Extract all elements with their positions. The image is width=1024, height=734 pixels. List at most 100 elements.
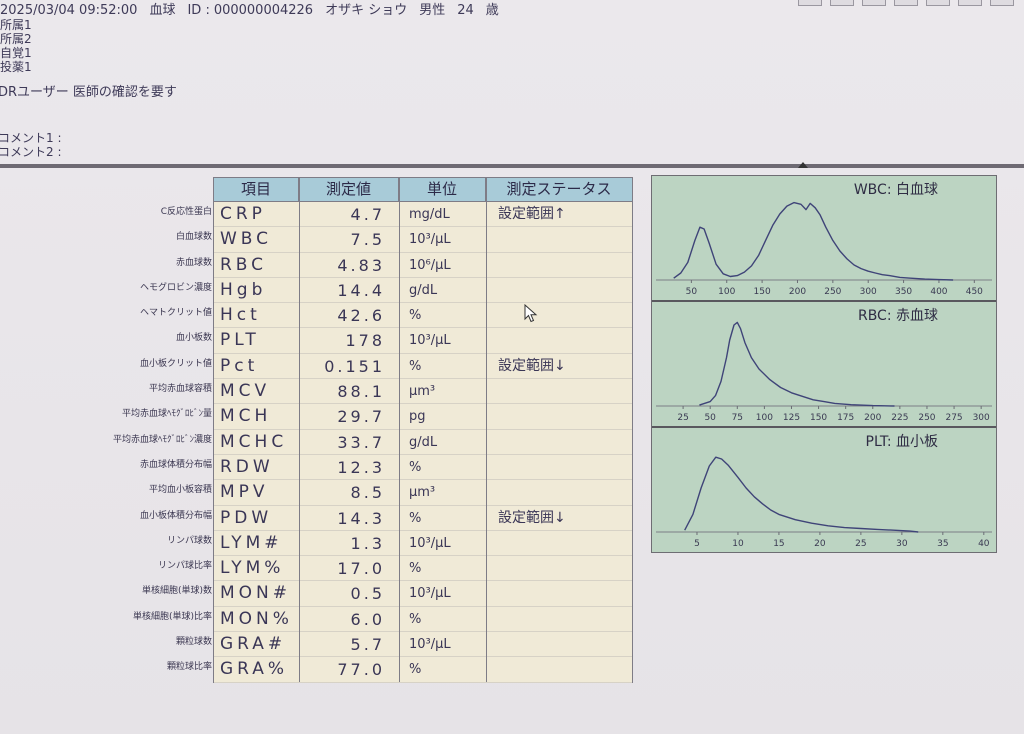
item-code: CRP bbox=[220, 204, 266, 224]
patient-age: 24 bbox=[457, 3, 474, 18]
table-row[interactable]: GRA# 5.7 10³/μL bbox=[214, 632, 632, 658]
table-row[interactable]: Pct 0.151% 設定範囲↓ bbox=[214, 354, 632, 380]
unit: μm³ bbox=[409, 485, 436, 501]
item-code: Hgb bbox=[220, 279, 267, 300]
medication-1: 投薬1 bbox=[0, 60, 32, 74]
measured-value: 4.7 bbox=[350, 205, 385, 224]
row-label: 血小板体積分布幅 bbox=[139, 510, 212, 521]
table-row[interactable]: MPV 8.5 μm³ bbox=[214, 480, 632, 506]
tick-label: 125 bbox=[783, 413, 800, 423]
unit: 10⁶/μL bbox=[409, 257, 451, 273]
measured-value: 14.4 bbox=[337, 280, 385, 300]
edge-button[interactable] bbox=[990, 0, 1014, 6]
item-code: WBC bbox=[220, 229, 273, 250]
table-row[interactable]: GRA% 77.0% bbox=[214, 657, 632, 683]
row-label: リンパ球比率 bbox=[157, 561, 212, 572]
edge-button[interactable] bbox=[798, 0, 822, 6]
status bbox=[486, 455, 632, 479]
tick-label: 350 bbox=[895, 287, 912, 297]
tick-label: 100 bbox=[718, 287, 735, 297]
header-summary: 2025/03/04 09:52:00 血球 ID :000000004226 オザキ… bbox=[0, 4, 511, 18]
histogram-panel: 50 100 150 200 250 300 350 400 450 25 50 75 100 125 15… bbox=[651, 175, 997, 553]
table-row[interactable]: MON# 0.5 10³/μL bbox=[214, 581, 632, 607]
unit: mg/dL bbox=[409, 207, 450, 222]
unit: % bbox=[409, 561, 422, 577]
table-row[interactable]: LYM# 1.3 10³/μL bbox=[214, 531, 632, 557]
table-header: 項目 測定値 単位 測定ステータス bbox=[214, 178, 632, 202]
table-row[interactable]: RDW 12.3% bbox=[214, 455, 632, 481]
item-code: PLT bbox=[220, 330, 260, 351]
id-label: ID : bbox=[187, 3, 210, 18]
comment-1: コメント1 : bbox=[0, 131, 62, 145]
edge-button[interactable] bbox=[830, 0, 854, 6]
measured-value: 178 bbox=[345, 331, 385, 351]
table-body: CRP 4.7 mg/dL 設定範囲↑ WBC 7.5 10³/μL RBC 4.83 10⁶/μ… bbox=[214, 202, 632, 683]
header-separator bbox=[0, 164, 1024, 168]
unit: g/dL bbox=[409, 282, 438, 298]
status bbox=[486, 278, 632, 302]
table-row[interactable]: CRP 4.7 mg/dL 設定範囲↑ bbox=[214, 202, 632, 228]
row-label: 赤血球数 bbox=[175, 257, 212, 268]
comment-2: コメント2 : bbox=[0, 145, 62, 159]
measured-value: 33.7 bbox=[337, 432, 385, 452]
measured-value: 0.5 bbox=[350, 584, 385, 604]
row-label: 血小板クリット値 bbox=[139, 358, 212, 369]
tick-label: 25 bbox=[677, 413, 688, 423]
collapse-triangle-icon[interactable] bbox=[798, 162, 808, 168]
status bbox=[486, 430, 632, 454]
unit: % bbox=[409, 459, 422, 475]
affiliation-1: 所属1 bbox=[0, 18, 32, 32]
tick-label: 20 bbox=[814, 539, 826, 549]
distribution-curve bbox=[673, 201, 954, 281]
tick-label: 10 bbox=[732, 539, 744, 549]
tick-label: 30 bbox=[896, 539, 908, 549]
header-status: 測定ステータス bbox=[506, 180, 612, 198]
table-row[interactable]: MON% 6.0% bbox=[214, 607, 632, 633]
item-code: GRA# bbox=[220, 634, 287, 655]
status bbox=[486, 607, 632, 631]
table-row[interactable]: MCH 29.7 pg bbox=[214, 404, 632, 430]
table-row[interactable]: PDW 14.3% 設定範囲↓ bbox=[214, 506, 632, 531]
item-code: RDW bbox=[220, 456, 274, 477]
measured-value: 17.0 bbox=[337, 559, 385, 579]
row-label: 単核細胞(単球)数 bbox=[141, 586, 212, 597]
distribution-curve bbox=[699, 321, 895, 407]
edge-button[interactable] bbox=[862, 0, 886, 6]
table-row[interactable]: WBC 7.5 10³/μL bbox=[214, 227, 632, 253]
tick-label: 150 bbox=[810, 413, 827, 423]
tick-label: 300 bbox=[860, 287, 877, 297]
edge-button[interactable] bbox=[926, 0, 950, 6]
row-label: 顆粒球数 bbox=[175, 637, 212, 648]
table-row[interactable]: LYM% 17.0% bbox=[214, 556, 632, 582]
tick-label: 250 bbox=[918, 413, 935, 423]
status bbox=[486, 328, 632, 352]
header-value: 測定値 bbox=[299, 178, 399, 201]
row-label: 白血球数 bbox=[175, 232, 212, 243]
item-code: MCV bbox=[220, 381, 271, 402]
item-code: MCHC bbox=[220, 431, 288, 452]
tick-label: 50 bbox=[704, 413, 716, 423]
measured-value: 4.83 bbox=[337, 255, 385, 275]
test-type: 血球 bbox=[149, 3, 176, 18]
row-label: 平均血小板容積 bbox=[148, 485, 212, 496]
table-row[interactable]: MCHC 33.7 g/dL bbox=[214, 430, 632, 455]
tick-label: 150 bbox=[754, 287, 771, 297]
row-label: 平均赤血球容積 bbox=[148, 384, 212, 395]
patient-name: オザキ ショウ bbox=[325, 3, 408, 18]
status bbox=[486, 404, 632, 428]
row-label: 顆粒球比率 bbox=[166, 662, 212, 673]
table-row[interactable]: RBC 4.83 10⁶/μL bbox=[214, 253, 632, 278]
plt-title: PLT: 血小板 bbox=[865, 434, 939, 450]
edge-button[interactable] bbox=[894, 0, 918, 6]
tick-label: 25 bbox=[855, 539, 866, 549]
tick-label: 200 bbox=[789, 287, 806, 297]
column-divider bbox=[399, 178, 400, 682]
table-row[interactable]: Hct 42.6% bbox=[214, 303, 632, 329]
table-row[interactable]: MCV 88.1 μm³ bbox=[214, 379, 632, 405]
tick-label: 225 bbox=[891, 413, 908, 423]
patient-sex: 男性 bbox=[419, 3, 446, 18]
status: 設定範囲↓ bbox=[498, 509, 566, 526]
table-row[interactable]: Hgb 14.4 g/dL bbox=[214, 278, 632, 304]
table-row[interactable]: PLT 178 10³/μL bbox=[214, 328, 632, 354]
edge-button[interactable] bbox=[958, 0, 982, 6]
